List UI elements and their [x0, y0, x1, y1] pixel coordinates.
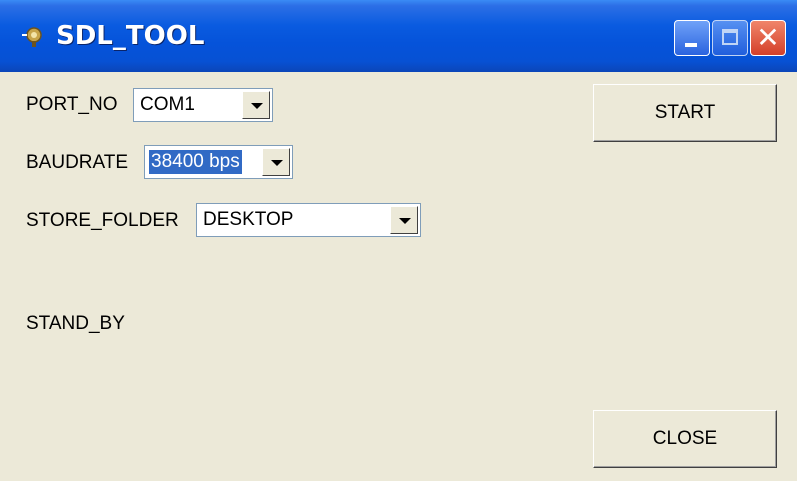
status-text: STAND_BY	[26, 313, 125, 334]
chevron-down-icon	[271, 160, 283, 166]
baudrate-label: BAUDRATE	[26, 152, 129, 173]
store-folder-dropdown-button[interactable]	[390, 206, 418, 234]
port-no-dropdown-button[interactable]	[242, 91, 270, 119]
start-button-label: START	[654, 102, 716, 123]
chevron-down-icon	[251, 103, 263, 109]
port-no-label: PORT_NO	[26, 94, 118, 115]
baudrate-value: 38400 bps	[149, 150, 242, 174]
title-bar[interactable]: SDL_TOOL ✕	[0, 0, 797, 72]
close-button[interactable]: CLOSE	[593, 410, 777, 468]
port-no-select[interactable]: COM1	[133, 88, 273, 122]
gear-icon	[20, 24, 48, 48]
store-folder-select[interactable]: DESKTOP	[196, 203, 421, 237]
window-title: SDL_TOOL	[56, 21, 205, 51]
maximize-icon	[722, 29, 738, 45]
port-no-value: COM1	[140, 94, 195, 115]
baudrate-dropdown-button[interactable]	[262, 148, 290, 176]
chevron-down-icon	[399, 218, 411, 224]
maximize-button[interactable]	[712, 20, 748, 56]
start-button[interactable]: START	[593, 84, 777, 142]
app-window: SDL_TOOL ✕ PORT_NO COM1 BAUDRATE 38400 b…	[0, 0, 797, 481]
baudrate-select[interactable]: 38400 bps	[144, 145, 293, 179]
store-folder-value: DESKTOP	[203, 209, 294, 230]
close-window-button[interactable]: ✕	[750, 20, 786, 56]
store-folder-label: STORE_FOLDER	[26, 210, 179, 231]
minimize-icon	[685, 43, 697, 47]
minimize-button[interactable]	[674, 20, 710, 56]
close-icon: ✕	[756, 21, 780, 54]
close-button-label: CLOSE	[652, 428, 718, 449]
